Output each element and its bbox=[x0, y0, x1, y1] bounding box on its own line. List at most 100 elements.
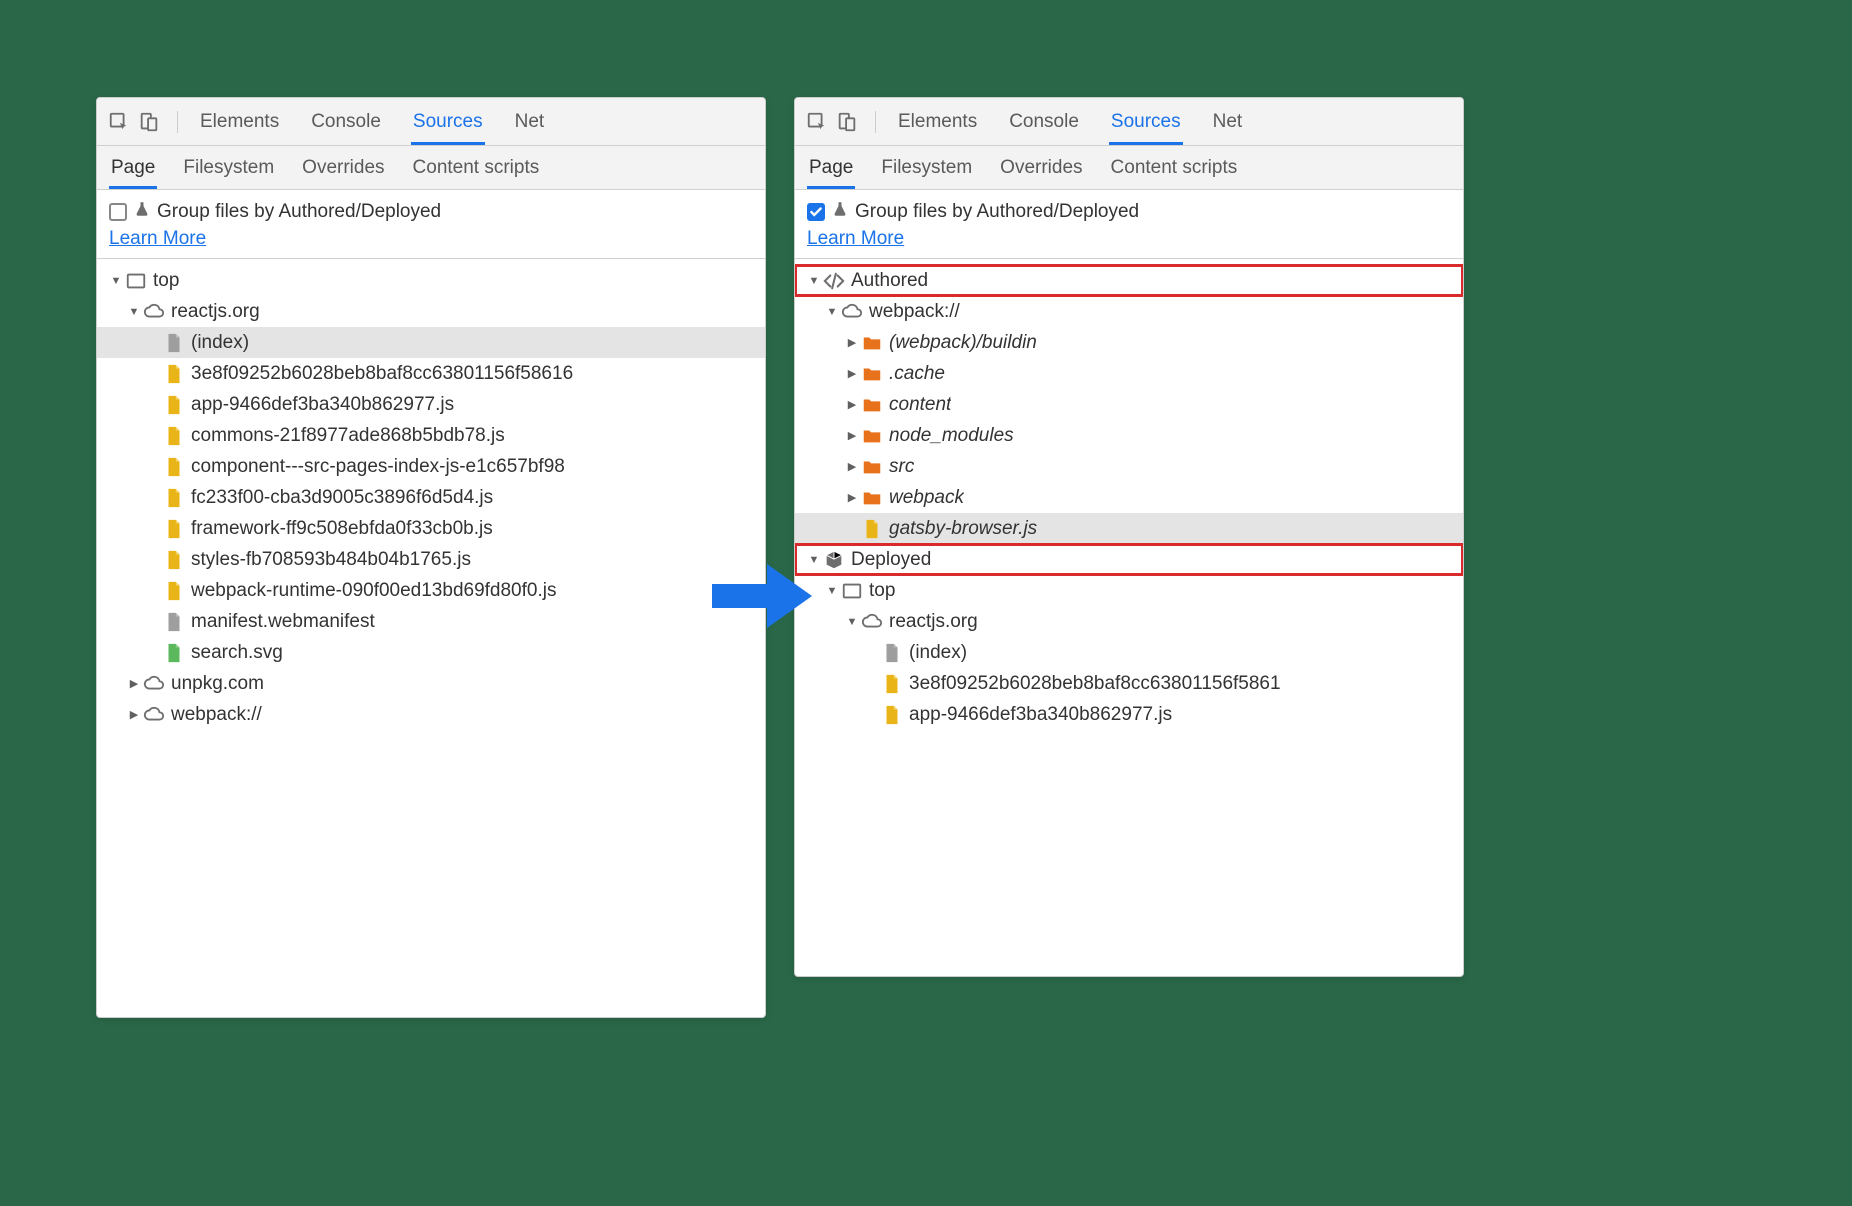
tree-node[interactable]: ▼reactjs.org bbox=[97, 296, 765, 327]
tree-node[interactable]: ▶(index) bbox=[795, 637, 1463, 668]
tree-node-label: fc233f00-cba3d9005c3896f6d5d4.js bbox=[191, 487, 493, 509]
tree-node[interactable]: ▼top bbox=[97, 265, 765, 296]
subtab-page[interactable]: Page bbox=[109, 146, 157, 189]
file-yellow-icon bbox=[163, 456, 185, 478]
tree-node[interactable]: ▶app-9466def3ba340b862977.js bbox=[795, 699, 1463, 730]
subtab-filesystem[interactable]: Filesystem bbox=[181, 146, 276, 189]
tab-sources[interactable]: Sources bbox=[1109, 99, 1183, 144]
caret-icon: ▶ bbox=[845, 429, 859, 442]
file-tree: ▼top▼reactjs.org▶(index)▶3e8f09252b6028b… bbox=[97, 259, 765, 736]
folder-icon bbox=[861, 487, 883, 509]
caret-icon: ▶ bbox=[127, 677, 141, 690]
caret-icon: ▼ bbox=[807, 275, 821, 287]
tree-node[interactable]: ▼Deployed bbox=[795, 544, 1463, 575]
tree-node[interactable]: ▶fc233f00-cba3d9005c3896f6d5d4.js bbox=[97, 482, 765, 513]
tree-node[interactable]: ▶manifest.webmanifest bbox=[97, 606, 765, 637]
tree-node[interactable]: ▶component---src-pages-index-js-e1c657bf… bbox=[97, 451, 765, 482]
tree-node[interactable]: ▼webpack:// bbox=[795, 296, 1463, 327]
subtab-filesystem[interactable]: Filesystem bbox=[879, 146, 974, 189]
caret-icon: ▼ bbox=[127, 306, 141, 318]
tree-node[interactable]: ▶webpack:// bbox=[97, 699, 765, 730]
subtab-page[interactable]: Page bbox=[807, 146, 855, 189]
tab-net[interactable]: Net bbox=[1211, 99, 1245, 144]
group-files-label: Group files by Authored/Deployed bbox=[855, 201, 1139, 223]
tree-node-label: webpack:// bbox=[869, 301, 960, 323]
tab-console[interactable]: Console bbox=[309, 99, 383, 144]
tree-node-label: gatsby-browser.js bbox=[889, 518, 1037, 540]
tree-node[interactable]: ▶gatsby-browser.js bbox=[795, 513, 1463, 544]
group-files-checkbox[interactable] bbox=[807, 203, 825, 221]
caret-icon: ▶ bbox=[845, 460, 859, 473]
caret-icon: ▶ bbox=[845, 367, 859, 380]
tab-elements[interactable]: Elements bbox=[198, 99, 281, 144]
tree-node[interactable]: ▶ src bbox=[795, 451, 1463, 482]
tree-node-label: content bbox=[889, 394, 951, 416]
tree-node[interactable]: ▶(webpack)/buildin bbox=[795, 327, 1463, 358]
tree-node[interactable]: ▶3e8f09252b6028beb8baf8cc63801156f5861 bbox=[795, 668, 1463, 699]
file-tree: ▼Authored▼webpack://▶(webpack)/buildin▶.… bbox=[795, 259, 1463, 736]
file-yellow-icon bbox=[163, 363, 185, 385]
group-files-label: Group files by Authored/Deployed bbox=[157, 201, 441, 223]
folder-icon bbox=[861, 363, 883, 385]
subtab-overrides[interactable]: Overrides bbox=[300, 146, 386, 189]
tree-node-label: 3e8f09252b6028beb8baf8cc63801156f58616 bbox=[191, 363, 573, 385]
group-option-bar: Group files by Authored/Deployed Learn Mo… bbox=[97, 190, 765, 259]
folder-icon bbox=[861, 425, 883, 447]
tree-node-label: webpack-runtime-090f00ed13bd69fd80f0.js bbox=[191, 580, 556, 602]
tree-node[interactable]: ▶unpkg.com bbox=[97, 668, 765, 699]
tree-node[interactable]: ▼Authored bbox=[795, 265, 1463, 296]
caret-icon: ▼ bbox=[825, 585, 839, 597]
tab-console[interactable]: Console bbox=[1007, 99, 1081, 144]
subtab-content-scripts[interactable]: Content scripts bbox=[1109, 146, 1240, 189]
tree-node[interactable]: ▶3e8f09252b6028beb8baf8cc63801156f58616 bbox=[97, 358, 765, 389]
caret-icon: ▶ bbox=[127, 708, 141, 721]
tree-node-label: framework-ff9c508ebfda0f33cb0b.js bbox=[191, 518, 493, 540]
learn-more-link[interactable]: Learn More bbox=[109, 228, 206, 250]
device-toggle-icon[interactable] bbox=[137, 110, 161, 134]
tab-elements[interactable]: Elements bbox=[896, 99, 979, 144]
tree-node[interactable]: ▶webpack bbox=[795, 482, 1463, 513]
tree-node-label: reactjs.org bbox=[889, 611, 978, 633]
subtab-content-scripts[interactable]: Content scripts bbox=[411, 146, 542, 189]
devtools-toolbar: Elements Console Sources Net bbox=[97, 98, 765, 146]
tree-node[interactable]: ▶(index) bbox=[97, 327, 765, 358]
tree-node[interactable]: ▶search.svg bbox=[97, 637, 765, 668]
file-gray-icon bbox=[881, 642, 903, 664]
tree-node-label: top bbox=[869, 580, 895, 602]
tab-net[interactable]: Net bbox=[513, 99, 547, 144]
file-yellow-icon bbox=[163, 425, 185, 447]
file-yellow-icon bbox=[163, 549, 185, 571]
devtools-panel-after: Elements Console Sources Net Page Filesystem O… bbox=[794, 97, 1464, 977]
tree-node[interactable]: ▶node_modules bbox=[795, 420, 1463, 451]
tree-node[interactable]: ▶framework-ff9c508ebfda0f33cb0b.js bbox=[97, 513, 765, 544]
tree-node-label: src bbox=[889, 456, 914, 478]
subtab-overrides[interactable]: Overrides bbox=[998, 146, 1084, 189]
device-toggle-icon[interactable] bbox=[835, 110, 859, 134]
main-tabs: Elements Console Sources Net bbox=[886, 99, 1453, 144]
tree-node-label: webpack bbox=[889, 487, 964, 509]
main-tabs: Elements Console Sources Net bbox=[188, 99, 755, 144]
file-yellow-icon bbox=[881, 673, 903, 695]
tree-node-label: (index) bbox=[909, 642, 967, 664]
tree-node-label: (index) bbox=[191, 332, 249, 354]
arrow-icon bbox=[712, 560, 812, 632]
tab-sources[interactable]: Sources bbox=[411, 99, 485, 144]
tree-node-label: commons-21f8977ade868b5bdb78.js bbox=[191, 425, 505, 447]
tree-node-label: (webpack)/buildin bbox=[889, 332, 1037, 354]
tree-node[interactable]: ▶app-9466def3ba340b862977.js bbox=[97, 389, 765, 420]
tree-node[interactable]: ▼ top bbox=[795, 575, 1463, 606]
frame-icon bbox=[125, 270, 147, 292]
learn-more-link[interactable]: Learn More bbox=[807, 228, 904, 250]
tree-node-label: 3e8f09252b6028beb8baf8cc63801156f5861 bbox=[909, 673, 1281, 695]
tree-node[interactable]: ▶commons-21f8977ade868b5bdb78.js bbox=[97, 420, 765, 451]
tree-node-label: search.svg bbox=[191, 642, 283, 664]
tree-node[interactable]: ▶styles-fb708593b484b04b1765.js bbox=[97, 544, 765, 575]
tree-node[interactable]: ▶webpack-runtime-090f00ed13bd69fd80f0.js bbox=[97, 575, 765, 606]
inspect-icon[interactable] bbox=[805, 110, 829, 134]
group-files-checkbox[interactable] bbox=[109, 203, 127, 221]
tree-node-label: Deployed bbox=[851, 549, 931, 571]
tree-node[interactable]: ▶.cache bbox=[795, 358, 1463, 389]
tree-node[interactable]: ▼reactjs.org bbox=[795, 606, 1463, 637]
tree-node[interactable]: ▶content bbox=[795, 389, 1463, 420]
inspect-icon[interactable] bbox=[107, 110, 131, 134]
